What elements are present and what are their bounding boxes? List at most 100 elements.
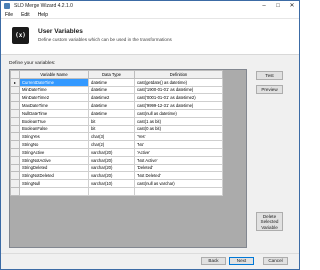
- page-title: User Variables: [38, 28, 83, 35]
- close-button[interactable]: ✕: [285, 1, 299, 11]
- cell-variable-name[interactable]: StringYes: [19, 132, 89, 142]
- cell-variable-name[interactable]: NullDateTime: [19, 108, 89, 118]
- cell-variable-name[interactable]: StringNull: [19, 179, 89, 188]
- cell-definition[interactable]: 'Not Active': [134, 155, 223, 165]
- menu-file[interactable]: File: [1, 11, 17, 19]
- table-row[interactable]: MinDateTime2 datetime2 cast('0001-01-01' a…: [10, 93, 223, 103]
- row-selector[interactable]: [10, 179, 20, 188]
- cell-data-type[interactable]: datetime: [88, 85, 135, 95]
- cell-data-type[interactable]: datetime: [88, 101, 135, 110]
- cell-definition[interactable]: 'No': [134, 140, 223, 149]
- cell-definition[interactable]: cast('1900-01-01' as datetime): [134, 85, 223, 95]
- cell-variable-name[interactable]: StringActive: [19, 147, 89, 157]
- row-selector[interactable]: [10, 140, 20, 149]
- row-selector[interactable]: [10, 132, 20, 142]
- menu-edit[interactable]: Edit: [17, 11, 34, 19]
- cell-variable-name[interactable]: CurrentDateTime: [19, 77, 89, 87]
- row-selector[interactable]: [10, 93, 20, 103]
- cell-definition[interactable]: 'Deleted': [134, 163, 223, 173]
- cell-data-type[interactable]: bit: [88, 124, 135, 134]
- table-row[interactable]: NullDateTime datetime cast(null as datetim…: [10, 108, 223, 118]
- title-bar[interactable]: SLD Merge Wizard 4.2.1.0 – □ ✕: [1, 1, 299, 11]
- cell-definition[interactable]: 'Active': [134, 147, 223, 157]
- cell-variable-name[interactable]: StringNotActive: [19, 155, 89, 165]
- cell-data-type[interactable]: varchar(10): [88, 179, 135, 188]
- cell-data-type[interactable]: varchar(20): [88, 163, 135, 173]
- cell-definition[interactable]: cast('9999-12-31' as datetime): [134, 101, 223, 110]
- column-header-data-type[interactable]: Data Type: [88, 70, 135, 79]
- cell-data-type[interactable]: char(2): [88, 140, 135, 149]
- cell-definition[interactable]: cast(null as varchar): [134, 179, 223, 188]
- delete-variable-button[interactable]: Delete Selected Variable: [256, 212, 283, 231]
- cell-variable-name[interactable]: StringNo: [19, 140, 89, 149]
- test-button[interactable]: Test: [256, 71, 283, 80]
- wizard-window: SLD Merge Wizard 4.2.1.0 – □ ✕ File Edit…: [0, 0, 300, 270]
- back-button[interactable]: Back: [201, 257, 226, 265]
- table-row[interactable]: StringNo char(2) 'No': [10, 140, 223, 149]
- table-row[interactable]: MaxDateTime datetime cast('9999-12-31' as …: [10, 101, 223, 110]
- row-selector[interactable]: [10, 186, 20, 196]
- cell-variable-name[interactable]: StringNotDeleted: [19, 171, 89, 181]
- menu-help[interactable]: Help: [34, 11, 52, 19]
- cell-variable-name[interactable]: BooleanFalse: [19, 124, 89, 134]
- table-row[interactable]: StringNotActive varchar(20) 'Not Active': [10, 155, 223, 165]
- cell-definition[interactable]: cast(1 as bit): [134, 116, 223, 126]
- minimize-button[interactable]: –: [257, 1, 271, 11]
- table-row[interactable]: ▸ CurrentDateTime datetime cast(getdate() a…: [10, 77, 223, 87]
- cell-variable-name[interactable]: BooleanTrue: [19, 116, 89, 126]
- row-selector[interactable]: [10, 116, 20, 126]
- cell-definition[interactable]: 'Not Deleted': [134, 171, 223, 181]
- table-row[interactable]: StringYes char(3) 'Yes': [10, 132, 223, 142]
- cell-data-type[interactable]: [88, 186, 135, 196]
- table-row[interactable]: BooleanTrue bit cast(1 as bit): [10, 116, 223, 126]
- row-selector[interactable]: [10, 163, 20, 173]
- cell-definition[interactable]: 'Yes': [134, 132, 223, 142]
- row-selector[interactable]: [10, 147, 20, 157]
- row-selector[interactable]: [10, 155, 20, 165]
- cell-data-type[interactable]: varchar(20): [88, 155, 135, 165]
- row-selector[interactable]: [10, 101, 20, 110]
- cell-data-type[interactable]: bit: [88, 116, 135, 126]
- cell-data-type[interactable]: char(3): [88, 132, 135, 142]
- cell-data-type[interactable]: datetime: [88, 108, 135, 118]
- row-selector[interactable]: ▸: [10, 77, 20, 87]
- variables-grid[interactable]: Variable Name Data Type Definition ▸ Curr…: [9, 69, 247, 248]
- cell-data-type[interactable]: datetime2: [88, 93, 135, 103]
- row-selector[interactable]: [10, 124, 20, 134]
- table-row[interactable]: StringDeleted varchar(20) 'Deleted': [10, 163, 223, 173]
- column-header-variable-name[interactable]: Variable Name: [19, 70, 89, 79]
- table-row[interactable]: BooleanFalse bit cast(0 as bit): [10, 124, 223, 134]
- table-row[interactable]: [10, 186, 223, 196]
- cell-variable-name[interactable]: StringDeleted: [19, 163, 89, 173]
- cancel-button[interactable]: Cancel: [263, 257, 288, 265]
- table-row[interactable]: StringNull varchar(10) cast(null as varcha…: [10, 179, 223, 188]
- cell-variable-name[interactable]: [19, 186, 89, 196]
- row-selector[interactable]: [10, 108, 20, 118]
- cell-definition[interactable]: cast(0 as bit): [134, 124, 223, 134]
- cell-variable-name[interactable]: MinDateTime: [19, 85, 89, 95]
- table-header-row: Variable Name Data Type Definition: [10, 70, 223, 79]
- menu-bar: File Edit Help: [1, 11, 299, 19]
- cell-definition[interactable]: [134, 186, 223, 196]
- wizard-header: (x) User Variables Define custom variabl…: [1, 19, 299, 55]
- table-row[interactable]: StringActive varchar(20) 'Active': [10, 147, 223, 157]
- table-row[interactable]: MinDateTime datetime cast('1900-01-01' as …: [10, 85, 223, 95]
- page-subtitle: Define custom variables which can be use…: [38, 37, 172, 42]
- maximize-button[interactable]: □: [271, 1, 285, 11]
- cell-variable-name[interactable]: MaxDateTime: [19, 101, 89, 110]
- cell-definition[interactable]: cast('0001-01-01' as datetime2): [134, 93, 223, 103]
- cell-data-type[interactable]: varchar(20): [88, 147, 135, 157]
- cell-variable-name[interactable]: MinDateTime2: [19, 93, 89, 103]
- footer-divider: [1, 253, 299, 254]
- cell-definition[interactable]: cast(getdate() as datetime): [134, 77, 223, 87]
- next-button[interactable]: Next: [229, 257, 254, 265]
- column-header-definition[interactable]: Definition: [134, 70, 223, 79]
- table-row[interactable]: StringNotDeleted varchar(20) 'Not Deleted': [10, 171, 223, 181]
- cell-data-type[interactable]: varchar(20): [88, 171, 135, 181]
- preview-button[interactable]: Preview: [256, 85, 283, 94]
- row-selector[interactable]: [10, 171, 20, 181]
- cell-definition[interactable]: cast(null as datetime): [134, 108, 223, 118]
- row-selector[interactable]: [10, 85, 20, 95]
- variables-table: Variable Name Data Type Definition ▸ Curr…: [10, 70, 223, 196]
- cell-data-type[interactable]: datetime: [88, 77, 135, 87]
